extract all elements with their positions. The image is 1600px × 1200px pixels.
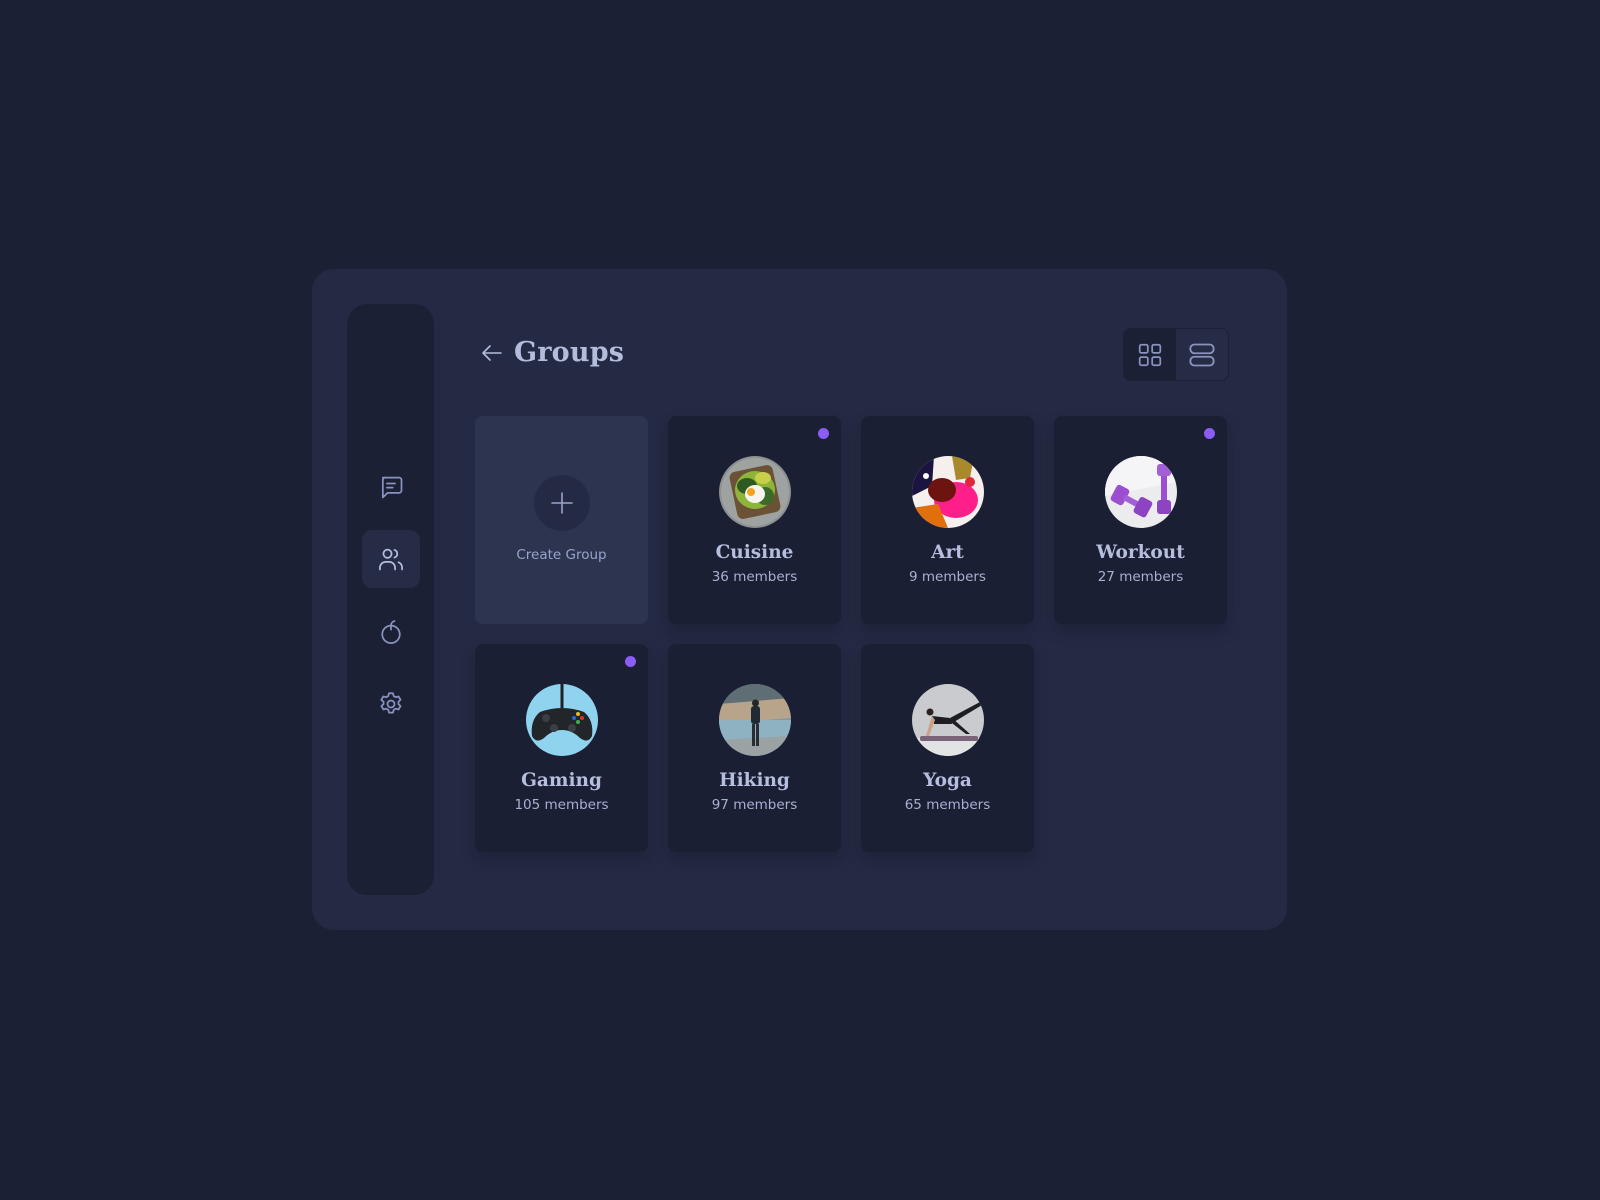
game-controller-image [525, 684, 598, 756]
sidebar-item-settings[interactable] [362, 675, 420, 733]
grid-view-button[interactable] [1124, 329, 1176, 380]
view-toggle [1123, 328, 1229, 381]
unread-dot [625, 656, 636, 667]
page-title: Groups [514, 337, 625, 368]
sidebar-item-activity[interactable] [362, 603, 420, 661]
group-avatar-hiking [718, 684, 791, 756]
create-group-card[interactable]: Create Group [475, 416, 648, 624]
group-card-art[interactable]: Art 9 members [861, 416, 1034, 624]
group-avatar-workout [1104, 456, 1177, 528]
group-card-yoga[interactable]: Yoga 65 members [861, 644, 1034, 852]
groups-grid: Create Group Cuisine 36 members Art 9 me… [475, 416, 1227, 852]
group-card-cuisine[interactable]: Cuisine 36 members [668, 416, 841, 624]
paint-splash-image [911, 456, 984, 528]
group-avatar-art [911, 456, 984, 528]
sidebar [347, 304, 434, 895]
group-members: 27 members [1097, 569, 1184, 585]
sidebar-item-messages[interactable] [362, 458, 420, 516]
apple-icon [381, 620, 401, 644]
back-button[interactable] [478, 339, 506, 367]
arrow-left-icon [482, 344, 502, 361]
plus-icon [550, 492, 573, 514]
group-name: Gaming [521, 770, 602, 791]
purple-dumbbells-image [1104, 456, 1177, 528]
create-group-label: Create Group [516, 547, 607, 563]
group-members: 105 members [514, 797, 609, 813]
unread-dot [1204, 428, 1215, 439]
message-icon [381, 476, 403, 499]
group-card-hiking[interactable]: Hiking 97 members [668, 644, 841, 852]
gear-icon [380, 692, 402, 714]
group-card-gaming[interactable]: Gaming 105 members [475, 644, 648, 852]
group-members: 9 members [909, 569, 986, 585]
group-avatar-yoga [911, 684, 984, 756]
group-name: Hiking [719, 770, 790, 791]
group-members: 36 members [711, 569, 798, 585]
avocado-toast-image [718, 456, 791, 528]
create-group-button[interactable] [533, 475, 590, 531]
grid-icon [1138, 343, 1162, 366]
group-card-workout[interactable]: Workout 27 members [1054, 416, 1227, 624]
list-view-button[interactable] [1176, 329, 1228, 380]
unread-dot [818, 428, 829, 439]
app-window: Groups Create Group Cuisine 36 members A… [312, 269, 1287, 930]
sidebar-item-groups[interactable] [362, 530, 420, 588]
group-members: 65 members [904, 797, 991, 813]
list-icon [1189, 343, 1215, 366]
page-header: Groups [478, 337, 624, 368]
group-members: 97 members [711, 797, 798, 813]
group-name: Yoga [923, 770, 972, 791]
users-icon [379, 548, 403, 571]
group-avatar-cuisine [718, 456, 791, 528]
hiker-lake-image [718, 684, 791, 756]
group-name: Workout [1096, 542, 1185, 563]
group-name: Art [931, 542, 964, 563]
group-avatar-gaming [525, 684, 598, 756]
yoga-pose-image [911, 684, 984, 756]
group-name: Cuisine [715, 542, 794, 563]
